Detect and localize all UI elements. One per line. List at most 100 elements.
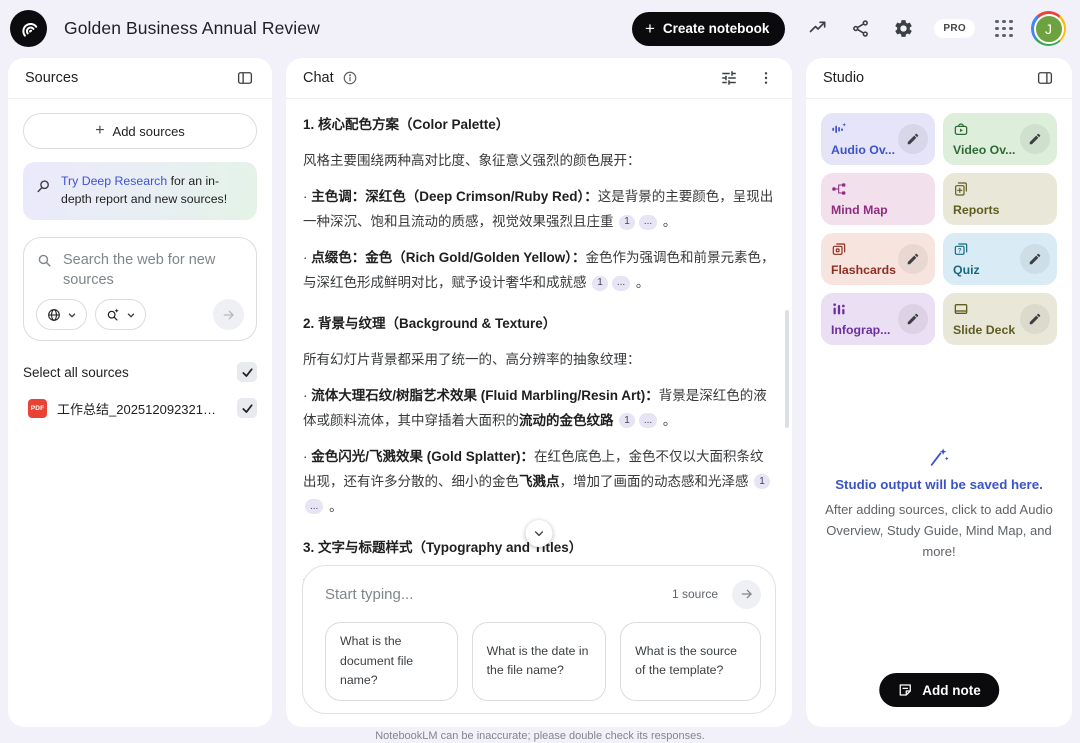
- chat-paragraph: · 点缀色：金色（Rich Gold/Golden Yellow）：金色作为强调…: [303, 246, 775, 296]
- studio-tile-infographic[interactable]: Infograp...: [821, 293, 935, 345]
- info-icon[interactable]: [342, 70, 358, 86]
- chat-input[interactable]: Start typing...: [325, 586, 672, 603]
- studio-tiles-grid: Audio Ov... Video Ov...: [806, 99, 1072, 351]
- edit-slide-deck-button[interactable]: [1020, 304, 1050, 334]
- web-source-dropdown[interactable]: [36, 299, 87, 330]
- select-all-row: Select all sources: [23, 362, 257, 382]
- deep-research-promo[interactable]: Try Deep Research for an in-depth report…: [23, 162, 257, 220]
- pro-badge: PRO: [934, 19, 975, 38]
- search-mode-dropdown[interactable]: [95, 299, 146, 330]
- edit-quiz-button[interactable]: [1020, 244, 1050, 274]
- select-all-label: Select all sources: [23, 365, 129, 380]
- app-header: Golden Business Annual Review + Create n…: [0, 0, 1080, 57]
- disclaimer: NotebookLM can be inaccurate; please dou…: [0, 730, 1080, 742]
- chat-paragraph: · 流体大理石纹/树脂艺术效果 (Fluid Marbling/Resin Ar…: [303, 384, 775, 434]
- arrow-right-icon: [221, 307, 237, 323]
- chat-input-card: Start typing... 1 source What is the doc…: [302, 565, 776, 714]
- chat-paragraph: 所有幻灯片背景都采用了统一的、高分辨率的抽象纹理：: [303, 348, 775, 373]
- chat-section-heading: 2. 背景与纹理（Background & Texture）: [303, 312, 775, 337]
- mind-map-icon: [831, 181, 847, 197]
- infographic-icon: [831, 301, 847, 317]
- web-search-submit-button[interactable]: [213, 299, 244, 330]
- tile-label: Infograp...: [831, 323, 890, 337]
- chevron-down-icon: [532, 526, 547, 541]
- citation-chip[interactable]: 1: [754, 474, 770, 489]
- studio-empty-description: After adding sources, click to add Audio…: [824, 499, 1054, 562]
- suggestion-chip[interactable]: What is the document file name?: [325, 622, 458, 701]
- chat-panel-title: Chat: [303, 70, 334, 86]
- notebooklm-logo[interactable]: [10, 10, 47, 47]
- audio-overview-icon: [831, 121, 847, 137]
- plus-icon: +: [95, 122, 104, 140]
- pdf-file-icon: PDF: [28, 399, 47, 418]
- add-sources-label: Add sources: [113, 124, 185, 139]
- studio-empty-title: Studio output will be saved here.: [824, 477, 1054, 492]
- deep-research-link[interactable]: Try Deep Research: [61, 174, 167, 188]
- notebook-title[interactable]: Golden Business Annual Review: [64, 18, 320, 39]
- suggestion-chip[interactable]: What is the date in the file name?: [472, 622, 607, 701]
- search-input[interactable]: Search the web for new sources: [63, 250, 244, 291]
- magic-wand-icon: [824, 447, 1054, 469]
- citation-chip[interactable]: 1: [619, 413, 635, 428]
- create-notebook-button[interactable]: + Create notebook: [632, 12, 785, 46]
- source-checkbox[interactable]: [237, 398, 257, 418]
- studio-panel-toggle-icon[interactable]: [1032, 65, 1058, 91]
- pencil-icon: [1028, 312, 1042, 326]
- note-icon: [897, 682, 913, 698]
- apps-grid-icon[interactable]: [995, 20, 1013, 38]
- sources-panel-toggle-icon[interactable]: [232, 65, 258, 91]
- edit-flashcards-button[interactable]: [898, 244, 928, 274]
- pencil-icon: [1028, 132, 1042, 146]
- edit-infographic-button[interactable]: [898, 304, 928, 334]
- source-list-item[interactable]: PDF 工作总结_20251209232125.p...: [23, 398, 257, 418]
- arrow-right-icon: [739, 586, 755, 602]
- select-all-checkbox[interactable]: [237, 362, 257, 382]
- chat-send-button[interactable]: [732, 580, 761, 609]
- tile-label: Reports: [953, 203, 999, 217]
- citation-chip[interactable]: ...: [305, 499, 323, 514]
- studio-tile-flashcards[interactable]: Flashcards: [821, 233, 935, 285]
- edit-video-overview-button[interactable]: [1020, 124, 1050, 154]
- more-vert-icon[interactable]: [754, 66, 778, 90]
- search-icon: [36, 252, 53, 269]
- citation-chip[interactable]: ...: [612, 276, 630, 291]
- citation-chip[interactable]: ...: [639, 215, 657, 230]
- citation-chip[interactable]: ...: [639, 413, 657, 428]
- studio-tile-video-overview[interactable]: Video Ov...: [943, 113, 1057, 165]
- tile-label: Video Ov...: [953, 143, 1015, 157]
- citation-chip[interactable]: 1: [619, 215, 635, 230]
- source-file-name: 工作总结_20251209232125.p...: [57, 399, 222, 418]
- studio-tile-reports[interactable]: Reports: [943, 173, 1057, 225]
- flashcards-icon: [831, 241, 847, 257]
- avatar[interactable]: J: [1031, 11, 1066, 46]
- add-note-button[interactable]: Add note: [879, 673, 999, 707]
- studio-tile-quiz[interactable]: ? Quiz: [943, 233, 1057, 285]
- chat-paragraph: · 金色闪光/飞溅效果 (Gold Splatter)：在红色底色上，金色不仅以…: [303, 445, 775, 520]
- tile-label: Slide Deck: [953, 323, 1015, 337]
- suggestion-chip[interactable]: What is the source of the template?: [620, 622, 761, 701]
- edit-audio-overview-button[interactable]: [898, 124, 928, 154]
- web-search-card: Search the web for new sources: [23, 237, 257, 342]
- settings-gear-icon[interactable]: [893, 18, 914, 39]
- studio-panel-title: Studio: [823, 70, 864, 86]
- deep-research-icon: [35, 178, 52, 195]
- chat-response-body: 1. 核心配色方案（Color Palette）风格主要围绕两种高对比度、象征意…: [286, 99, 792, 638]
- svg-text:?: ?: [958, 249, 962, 255]
- studio-tile-mind-map[interactable]: Mind Map: [821, 173, 935, 225]
- add-sources-button[interactable]: + Add sources: [23, 113, 257, 149]
- studio-tile-slide-deck[interactable]: Slide Deck: [943, 293, 1057, 345]
- source-count-label: 1 source: [672, 587, 718, 601]
- tune-icon[interactable]: [716, 65, 742, 91]
- share-icon[interactable]: [851, 19, 870, 38]
- scroll-to-bottom-button[interactable]: [526, 520, 553, 547]
- sparkle-search-icon: [105, 307, 121, 323]
- deep-research-text: Try Deep Research for an in-depth report…: [61, 173, 245, 209]
- chevron-down-icon: [67, 310, 77, 320]
- pencil-icon: [906, 252, 920, 266]
- trending-icon[interactable]: [808, 19, 828, 39]
- citation-chip[interactable]: 1: [592, 276, 608, 291]
- plus-icon: +: [645, 20, 655, 37]
- studio-tile-audio-overview[interactable]: Audio Ov...: [821, 113, 935, 165]
- chat-paragraph: · 主色调：深红色（Deep Crimson/Ruby Red）：这是背景的主要…: [303, 185, 775, 235]
- chat-scrollbar[interactable]: [785, 310, 789, 428]
